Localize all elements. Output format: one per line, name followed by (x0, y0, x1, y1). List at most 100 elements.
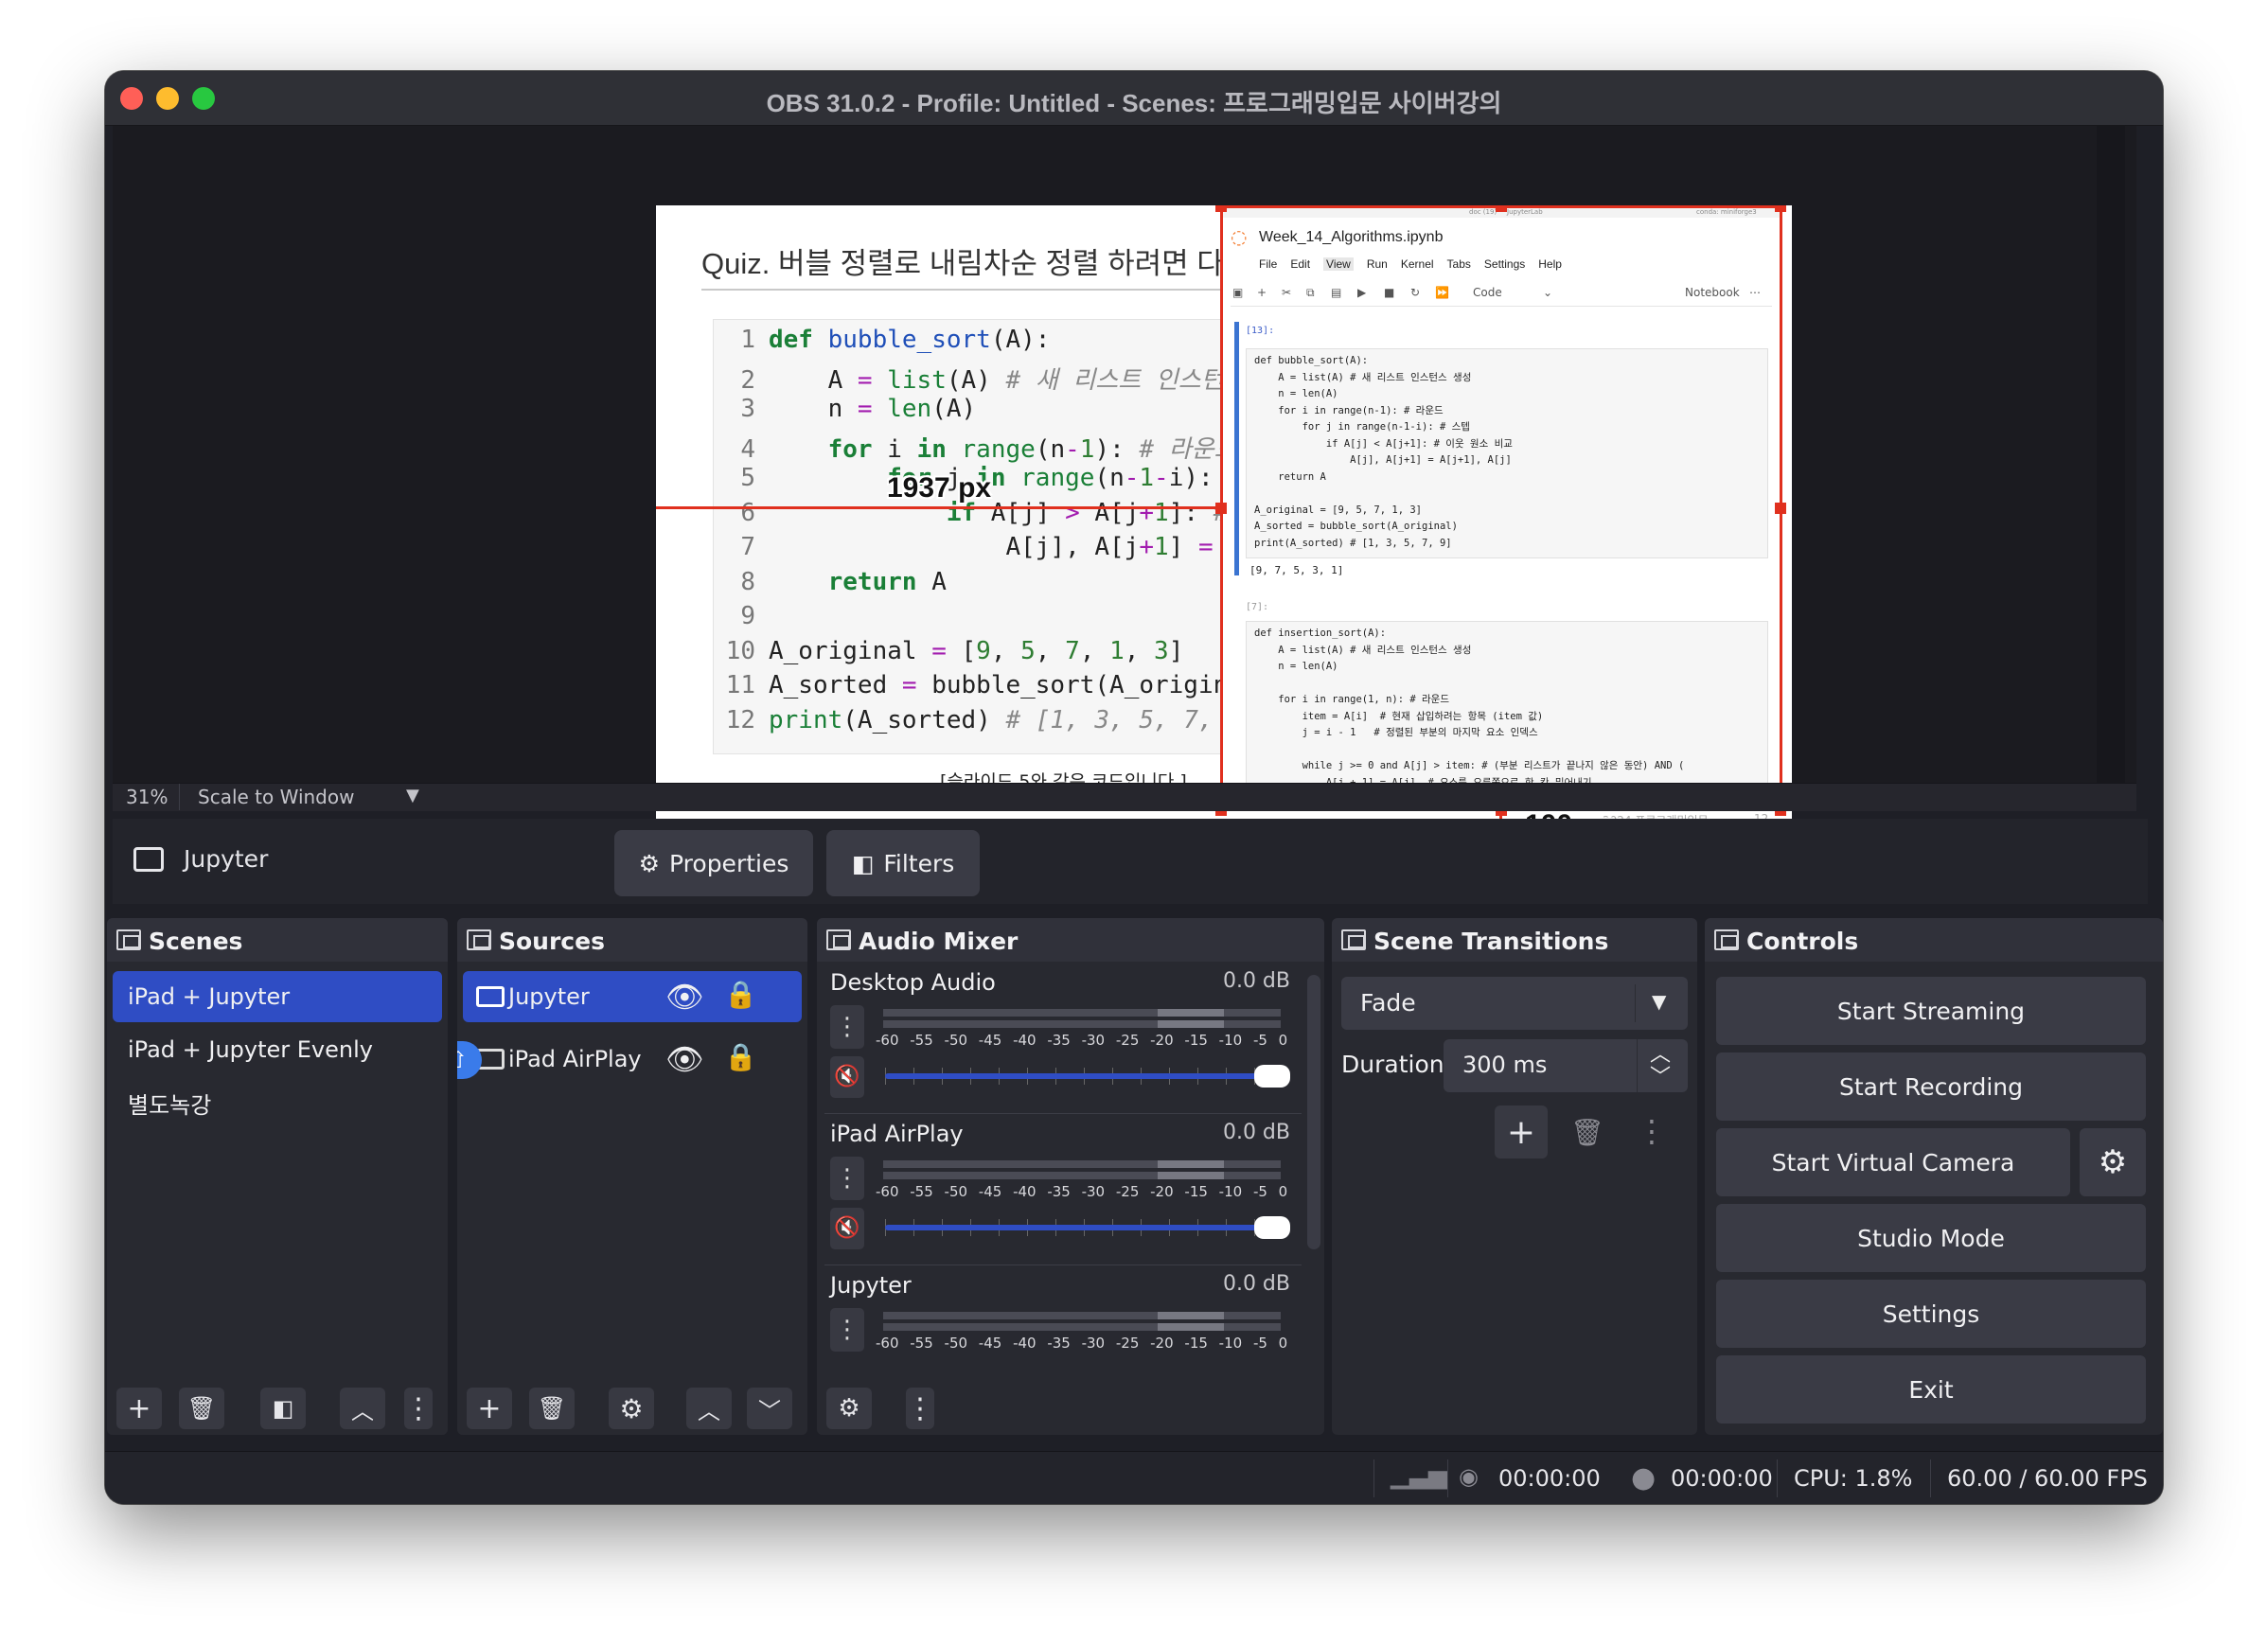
source-item[interactable]: Jupyter 👁 🔒 (463, 971, 802, 1022)
trash-icon: 🗑 (537, 1395, 567, 1422)
audio-scrollbar[interactable] (1307, 975, 1320, 1249)
select-divider (1635, 984, 1636, 1022)
transition-select[interactable]: Fade ▼ (1341, 977, 1688, 1030)
add-cell-icon[interactable]: + (1257, 286, 1267, 299)
volume-slider[interactable] (885, 1216, 1290, 1239)
transition-select-value: Fade (1360, 989, 1416, 1017)
preview-area[interactable]: Quiz. 버블 정렬로 내림차순 정렬 하려면 다 1 def bubble_s… (113, 126, 2136, 843)
move-scene-up-button[interactable]: ︿ (340, 1388, 385, 1429)
source-item[interactable]: iPad AirPlay 👁 🔒 (463, 1034, 802, 1085)
line-number: 10 (725, 636, 755, 665)
mute-button[interactable]: 🔇 (830, 1056, 864, 1098)
jupyter-menu-item[interactable]: View (1323, 257, 1354, 271)
line-number: 8 (740, 567, 755, 596)
chevron-down-icon[interactable]: ﹀ (1650, 1060, 1671, 1090)
channel-menu-button[interactable]: ⋮ (830, 1308, 864, 1352)
run-icon[interactable]: ▶ (1357, 286, 1366, 299)
preview-scrollbar[interactable] (2097, 126, 2125, 783)
meter-scale: -60 -55 -50 -45 -40 -35 -30 -25 -20 -15 … (876, 1032, 1288, 1049)
add-scene-button[interactable]: + (116, 1388, 162, 1429)
scale-mode-chevron-icon[interactable]: ▼ (406, 786, 419, 805)
add-source-button[interactable]: + (467, 1388, 512, 1429)
run-all-icon[interactable]: ⏩ (1435, 286, 1449, 299)
code-cell-1-text: def bubble_sort(A): A = list(A) # 새 리스트 … (1254, 355, 1513, 549)
more-vertical-icon: ⋮ (906, 1391, 934, 1425)
preview-canvas[interactable]: Quiz. 버블 정렬로 내림차순 정렬 하려면 다 1 def bubble_s… (656, 205, 1792, 843)
move-source-up-button[interactable]: ︿ (686, 1388, 732, 1429)
properties-button[interactable]: ⚙ Properties (614, 830, 813, 896)
scale-mode-select[interactable]: Scale to Window (198, 786, 354, 808)
remove-source-button[interactable]: 🗑 (529, 1388, 575, 1429)
lock-icon[interactable]: 🔒 (724, 1041, 757, 1072)
chevron-down-icon[interactable]: ▼ (1652, 990, 1666, 1013)
channel-db: 0.0 dB (1222, 969, 1290, 993)
jupyter-menu-item[interactable]: Edit (1290, 257, 1310, 271)
add-transition-button[interactable]: + (1495, 1106, 1548, 1159)
resize-handle-top-left[interactable] (1215, 205, 1227, 212)
network-signal-icon: ▁▃▅ (1391, 1461, 1447, 1490)
jupyter-menu-item[interactable]: Kernel (1401, 257, 1434, 271)
start-recording-button[interactable]: Start Recording (1716, 1052, 2146, 1121)
transition-more-button[interactable]: ⋮ (1637, 1113, 1667, 1149)
exit-button[interactable]: Exit (1716, 1355, 2146, 1424)
cut-icon[interactable]: ✂ (1282, 286, 1291, 299)
resize-handle-top[interactable] (1496, 205, 1507, 212)
audio-more-button[interactable]: ⋮ (906, 1388, 934, 1429)
jupyter-doc-label: doc (19) (1469, 208, 1497, 216)
code-cell-1[interactable]: def bubble_sort(A): A = list(A) # 새 리스트 … (1246, 348, 1768, 558)
stop-icon[interactable]: ■ (1384, 286, 1394, 299)
slide-code-block: 1 def bubble_sort(A): 2 A = list(A) # 새 리스… (713, 319, 1281, 754)
jupyter-menu-item[interactable]: Tabs (1447, 257, 1471, 271)
restart-icon[interactable]: ↻ (1410, 286, 1420, 299)
jupyter-menu-item[interactable]: Settings (1484, 257, 1525, 271)
cell-type-chevron-icon[interactable]: ⌄ (1543, 286, 1552, 299)
filters-button[interactable]: ◧ Filters (826, 830, 980, 896)
scenes-more-button[interactable]: ⋮ (404, 1388, 433, 1429)
jupyter-menu-item[interactable]: Help (1538, 257, 1562, 271)
move-source-down-button[interactable]: ﹀ (747, 1388, 792, 1429)
plus-icon: + (1506, 1112, 1536, 1152)
start-streaming-button[interactable]: Start Streaming (1716, 977, 2146, 1045)
remove-scene-button[interactable]: 🗑 (179, 1388, 224, 1429)
remove-transition-button[interactable]: 🗑 (1570, 1117, 1604, 1148)
studio-mode-button[interactable]: Studio Mode (1716, 1204, 2146, 1272)
advanced-audio-button[interactable]: ⚙ (826, 1388, 872, 1429)
duration-label: Duration (1341, 1051, 1444, 1078)
virtual-camera-settings-button[interactable]: ⚙ (2080, 1128, 2146, 1196)
notebook-filename: Week_14_Algorithms.ipynb (1259, 229, 1444, 245)
jupyter-menu-item[interactable]: File (1259, 257, 1277, 271)
volume-slider-knob[interactable] (1254, 1216, 1290, 1239)
streaming-status-icon: ◉ (1459, 1463, 1479, 1490)
duration-spinbox[interactable]: 300 ms ︿ ﹀ (1444, 1039, 1688, 1092)
mute-button[interactable]: 🔇 (830, 1208, 864, 1249)
jupyter-menu-item[interactable]: Run (1367, 257, 1388, 271)
source-properties-button[interactable]: ⚙ (609, 1388, 654, 1429)
start-virtual-camera-button[interactable]: Start Virtual Camera (1716, 1128, 2070, 1196)
cell-type-select[interactable]: Code (1473, 286, 1502, 299)
scene-item[interactable]: iPad + Jupyter (113, 971, 442, 1022)
paste-icon[interactable]: ▤ (1331, 286, 1341, 299)
resize-handle-top-right[interactable] (1775, 205, 1786, 212)
visibility-eye-icon[interactable]: 👁 (665, 979, 704, 1015)
channel-menu-button[interactable]: ⋮ (830, 1005, 864, 1049)
controls-header: Controls (1705, 918, 2163, 962)
scene-filters-button[interactable]: ◧ (260, 1388, 306, 1429)
zoom-level: 31% (126, 786, 168, 808)
jupyter-source[interactable]: doc (19) JupyterLab conda: miniforge3 ◌ … (1220, 205, 1782, 811)
volume-slider[interactable] (885, 1065, 1290, 1088)
copy-icon[interactable]: ⧉ (1306, 286, 1315, 300)
code-line: 1 def bubble_sort(A): (714, 326, 1050, 360)
more-icon[interactable]: ⋯ (1749, 286, 1761, 299)
volume-slider-knob[interactable] (1254, 1065, 1290, 1088)
save-icon[interactable]: ▣ (1232, 286, 1243, 299)
scene-item[interactable]: 별도녹강 (113, 1077, 442, 1128)
chevron-down-icon: ﹀ (758, 1397, 781, 1424)
lock-icon[interactable]: 🔒 (724, 979, 757, 1010)
scene-item[interactable]: iPad + Jupyter Evenly (113, 1024, 442, 1075)
channel-menu-button[interactable]: ⋮ (830, 1157, 864, 1200)
visibility-eye-icon[interactable]: 👁 (665, 1041, 704, 1077)
sources-toolbar: + 🗑 ⚙ ︿ ﹀ (457, 1382, 807, 1435)
volume-meter (883, 1323, 1281, 1331)
settings-button[interactable]: Settings (1716, 1280, 2146, 1348)
resize-handle-right[interactable] (1775, 503, 1786, 514)
